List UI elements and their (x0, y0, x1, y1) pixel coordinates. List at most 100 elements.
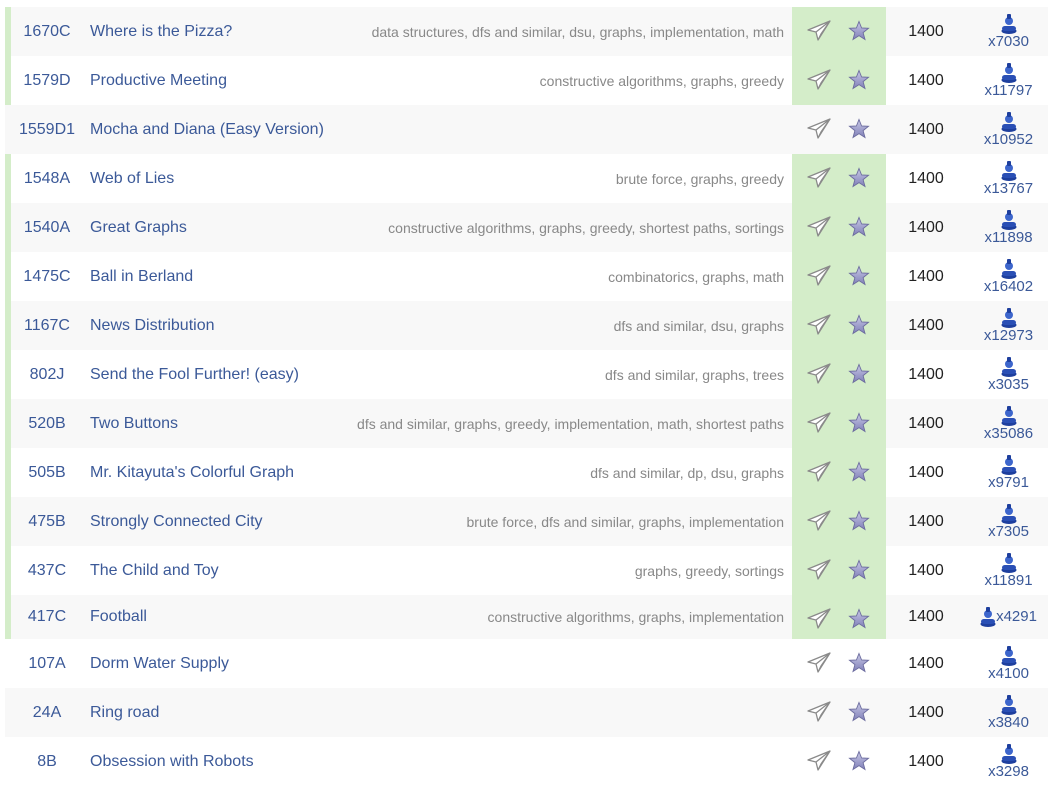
problem-name-link[interactable]: Where is the Pizza? (90, 23, 232, 41)
paper-plane-icon[interactable] (806, 460, 832, 484)
star-icon[interactable] (848, 69, 870, 91)
problem-id-link[interactable]: 505B (11, 448, 83, 497)
problem-name-link[interactable]: Obsession with Robots (90, 753, 254, 771)
problem-id-link[interactable]: 1559D1 (11, 105, 83, 154)
solved-count-link[interactable]: x16402 (984, 278, 1033, 295)
solved-count-link[interactable]: x12973 (984, 327, 1033, 344)
problem-id-link[interactable]: 802J (11, 350, 83, 399)
star-icon[interactable] (848, 216, 870, 238)
solved-count-cell[interactable]: x11891 (971, 546, 1046, 595)
problem-id-link[interactable]: 475B (11, 497, 83, 546)
solved-count-link[interactable]: x4291 (996, 609, 1037, 625)
problem-id-link[interactable]: 1548A (11, 154, 83, 203)
star-icon[interactable] (848, 265, 870, 287)
problem-id-link[interactable]: 1579D (11, 56, 83, 105)
solved-count-link[interactable]: x10952 (984, 131, 1033, 148)
paper-plane-icon[interactable] (806, 215, 832, 239)
star-icon[interactable] (848, 118, 870, 140)
solved-count-cell[interactable]: x7030 (971, 7, 1046, 56)
problem-id-link[interactable]: 1475C (11, 252, 83, 301)
problem-id-link[interactable]: 437C (11, 546, 83, 595)
solved-count-link[interactable]: x3035 (988, 376, 1029, 393)
problem-id-link[interactable]: 1540A (11, 203, 83, 252)
problem-id-link[interactable]: 24A (11, 688, 83, 737)
paper-plane-icon[interactable] (806, 313, 832, 337)
problem-name-link[interactable]: Productive Meeting (90, 72, 227, 90)
solved-count-cell[interactable]: x16402 (971, 252, 1046, 301)
problemset-table: 1670C Where is the Pizza? data structures,… (5, 7, 1048, 786)
paper-plane-icon[interactable] (806, 117, 832, 141)
problem-id-link[interactable]: 1670C (11, 7, 83, 56)
paper-plane-icon[interactable] (806, 607, 832, 631)
problem-name-link[interactable]: Ball in Berland (90, 268, 193, 286)
star-icon[interactable] (848, 20, 870, 42)
problem-name-link[interactable]: Dorm Water Supply (90, 655, 229, 673)
problem-name-link[interactable]: Web of Lies (90, 170, 174, 188)
solved-count-link[interactable]: x11898 (984, 229, 1032, 246)
problem-id-link[interactable]: 107A (11, 639, 83, 688)
problem-name-link[interactable]: Mr. Kitayuta's Colorful Graph (90, 464, 294, 482)
paper-plane-icon[interactable] (806, 264, 832, 288)
solved-count-link[interactable]: x3840 (988, 714, 1029, 731)
solved-count-cell[interactable]: x9791 (971, 448, 1046, 497)
solved-count-cell[interactable]: x11898 (971, 203, 1046, 252)
problem-id-link[interactable]: 1167C (11, 301, 83, 350)
solved-count-cell[interactable]: x12973 (971, 301, 1046, 350)
star-icon[interactable] (848, 608, 870, 630)
solved-count-link[interactable]: x35086 (984, 425, 1033, 442)
star-icon[interactable] (848, 652, 870, 674)
solved-count-cell[interactable]: x3298 (971, 737, 1046, 786)
paper-plane-icon[interactable] (806, 166, 832, 190)
problem-id-link[interactable]: 520B (11, 399, 83, 448)
problem-id-link[interactable]: 8B (11, 737, 83, 786)
solved-count-cell[interactable]: x35086 (971, 399, 1046, 448)
star-icon[interactable] (848, 363, 870, 385)
solved-count-link[interactable]: x11797 (984, 82, 1032, 99)
user-icon (1001, 258, 1017, 279)
solved-count-link[interactable]: x11891 (984, 572, 1032, 589)
problem-name-link[interactable]: Two Buttons (90, 415, 178, 433)
problem-id-link[interactable]: 417C (11, 595, 83, 639)
paper-plane-icon[interactable] (806, 651, 832, 675)
paper-plane-icon[interactable] (806, 362, 832, 386)
paper-plane-icon[interactable] (806, 558, 832, 582)
solved-count-link[interactable]: x13767 (984, 180, 1033, 197)
star-icon[interactable] (848, 412, 870, 434)
solved-count-cell[interactable]: x4291 (971, 595, 1046, 639)
solved-count-link[interactable]: x7305 (988, 523, 1029, 540)
solved-count-cell[interactable]: x4100 (971, 639, 1046, 688)
paper-plane-icon[interactable] (806, 749, 832, 773)
solved-count-cell[interactable]: x11797 (971, 56, 1046, 105)
solved-count-link[interactable]: x4100 (988, 665, 1029, 682)
solved-count-cell[interactable]: x3035 (971, 350, 1046, 399)
solved-count-link[interactable]: x3298 (988, 763, 1029, 780)
solved-count-cell[interactable]: x13767 (971, 154, 1046, 203)
star-icon[interactable] (848, 510, 870, 532)
solved-count-link[interactable]: x7030 (988, 33, 1029, 50)
problem-name-link[interactable]: Football (90, 608, 147, 626)
paper-plane-icon[interactable] (806, 700, 832, 724)
problem-name-link[interactable]: Strongly Connected City (90, 513, 263, 531)
table-row: 1540A Great Graphs constructive algorithms… (5, 203, 1048, 252)
star-icon[interactable] (848, 750, 870, 772)
star-icon[interactable] (848, 167, 870, 189)
paper-plane-icon[interactable] (806, 68, 832, 92)
problem-name-link[interactable]: Send the Fool Further! (easy) (90, 366, 299, 384)
star-icon[interactable] (848, 314, 870, 336)
paper-plane-icon[interactable] (806, 411, 832, 435)
problem-name-link[interactable]: The Child and Toy (90, 562, 219, 580)
problem-name-link[interactable]: Ring road (90, 704, 159, 722)
star-icon[interactable] (848, 701, 870, 723)
problem-name-link[interactable]: Great Graphs (90, 219, 187, 237)
solved-count-link[interactable]: x9791 (988, 474, 1029, 491)
problem-name-link[interactable]: Mocha and Diana (Easy Version) (90, 121, 324, 139)
problem-tags: constructive algorithms, graphs, impleme… (487, 609, 784, 625)
star-icon[interactable] (848, 461, 870, 483)
paper-plane-icon[interactable] (806, 509, 832, 533)
solved-count-cell[interactable]: x10952 (971, 105, 1046, 154)
star-icon[interactable] (848, 559, 870, 581)
paper-plane-icon[interactable] (806, 19, 832, 43)
problem-name-link[interactable]: News Distribution (90, 317, 214, 335)
solved-count-cell[interactable]: x3840 (971, 688, 1046, 737)
solved-count-cell[interactable]: x7305 (971, 497, 1046, 546)
